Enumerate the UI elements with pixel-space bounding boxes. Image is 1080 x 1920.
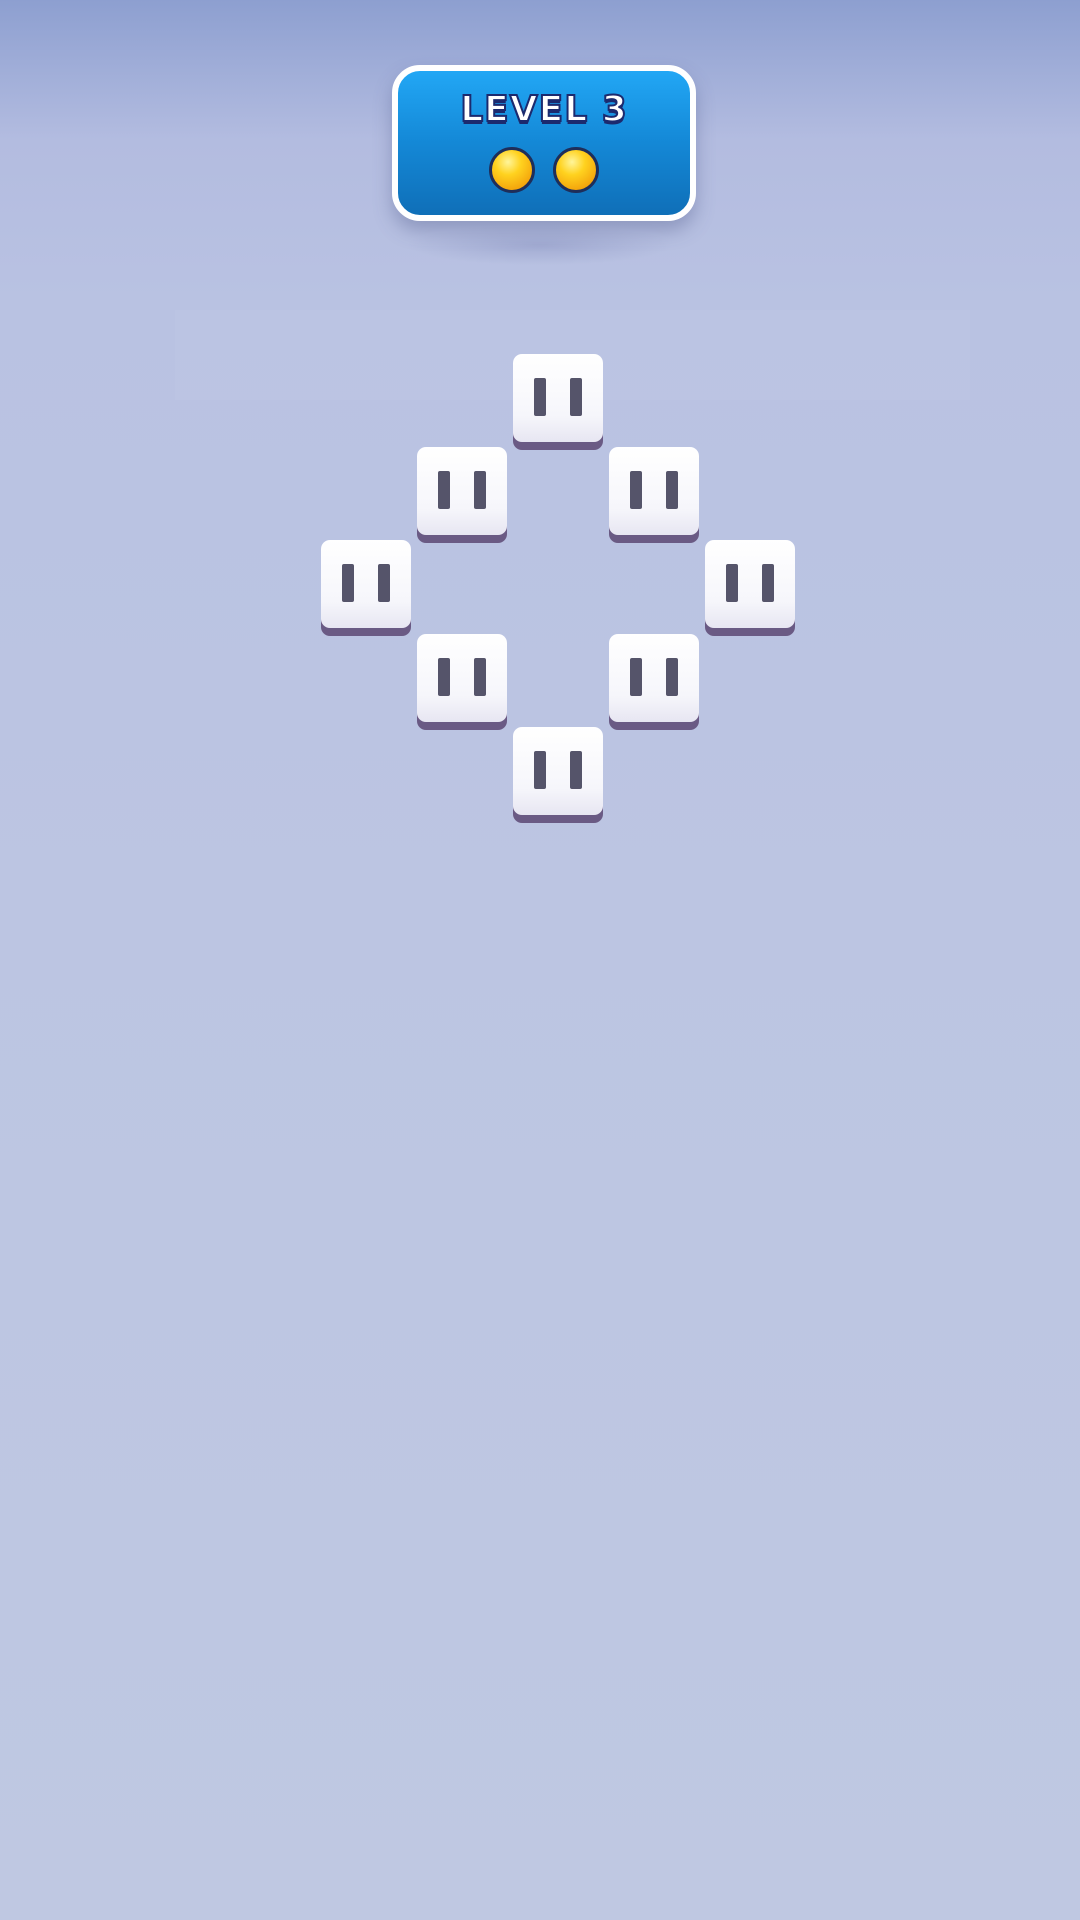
tile-upper-left[interactable] (417, 447, 507, 543)
tile-lower-right[interactable] (609, 634, 699, 730)
tile-eye-icon (570, 378, 582, 416)
tile-eye-icon (726, 564, 738, 602)
tile-face (609, 447, 699, 535)
tile-eye-icon (630, 471, 642, 509)
tile-right[interactable] (705, 540, 795, 636)
tile-face (513, 727, 603, 815)
tile-left[interactable] (321, 540, 411, 636)
coin-icon (553, 147, 599, 193)
tile-eye-icon (378, 564, 390, 602)
tile-eye-icon (570, 751, 582, 789)
tile-face (417, 447, 507, 535)
tile-eye-icon (762, 564, 774, 602)
tile-eye-icon (666, 471, 678, 509)
coin-row (398, 147, 690, 193)
tile-eye-icon (630, 658, 642, 696)
tile-lower-left[interactable] (417, 634, 507, 730)
tile-eye-icon (534, 378, 546, 416)
tile-face (417, 634, 507, 722)
tile-face (513, 354, 603, 442)
level-title: LEVEL 3 (459, 88, 628, 131)
game-scene: LEVEL 3 (0, 0, 1080, 1920)
tile-eye-icon (438, 471, 450, 509)
tile-bottom[interactable] (513, 727, 603, 823)
level-panel: LEVEL 3 (392, 65, 696, 221)
tile-eye-icon (474, 471, 486, 509)
tile-top[interactable] (513, 354, 603, 450)
tile-face (705, 540, 795, 628)
tile-eye-icon (342, 564, 354, 602)
tile-face (321, 540, 411, 628)
tile-face (609, 634, 699, 722)
tile-eye-icon (474, 658, 486, 696)
tile-upper-right[interactable] (609, 447, 699, 543)
coin-icon (489, 147, 535, 193)
tile-eye-icon (438, 658, 450, 696)
tile-eye-icon (666, 658, 678, 696)
tile-eye-icon (534, 751, 546, 789)
level-panel-shadow (405, 225, 675, 265)
